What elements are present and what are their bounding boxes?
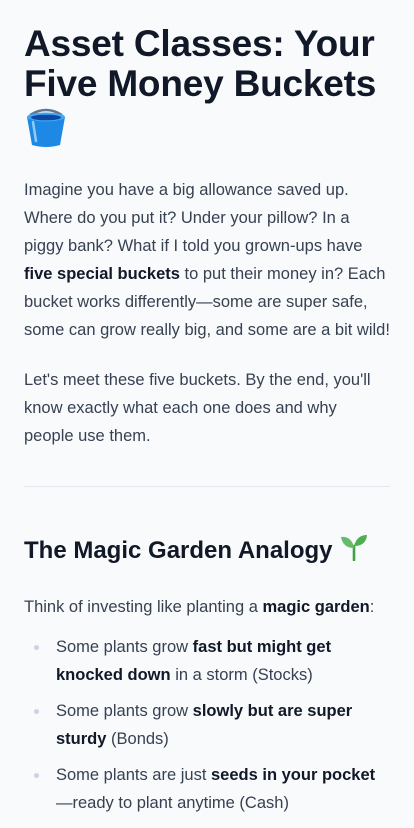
bullet-icon <box>34 645 39 650</box>
sprout-icon <box>339 533 369 569</box>
garden-list: Some plants grow fast but might get knoc… <box>24 633 390 817</box>
section-divider <box>24 486 390 487</box>
intro-paragraph-2: Let's meet these five buckets. By the en… <box>24 371 371 445</box>
intro-text-start: Imagine you have a big allowance saved u… <box>24 181 363 255</box>
list-item: Some plants are just seeds in your pocke… <box>24 761 390 817</box>
list-item-start: Some plants grow <box>56 702 193 720</box>
garden-intro-emphasis: magic garden <box>262 598 370 616</box>
list-item-end: (Bonds) <box>106 730 169 748</box>
bullet-icon <box>34 773 39 778</box>
section-heading-text: The Magic Garden Analogy <box>24 537 333 564</box>
garden-intro-end: : <box>369 598 375 616</box>
bucket-icon <box>24 106 390 147</box>
intro-emphasis: five special buckets <box>24 265 180 283</box>
list-item-end: —ready to plant anytime (Cash) <box>56 794 289 812</box>
list-item-start: Some plants are just <box>56 766 211 784</box>
section-heading: The Magic Garden Analogy <box>24 533 390 569</box>
list-item: Some plants grow fast but might get knoc… <box>24 633 390 689</box>
article: Asset Classes: Your Five Money Buckets I… <box>0 0 414 817</box>
garden-intro-start: Think of investing like planting a <box>24 598 263 616</box>
page-title: Asset Classes: Your Five Money Buckets <box>24 0 390 147</box>
list-item-end: in a storm (Stocks) <box>170 666 313 684</box>
bullet-icon <box>34 709 39 714</box>
title-text: Asset Classes: Your Five Money Buckets <box>24 23 377 104</box>
list-item-emphasis: seeds in your pocket <box>211 766 376 784</box>
list-item: Some plants grow slowly but are super st… <box>24 697 390 753</box>
list-item-start: Some plants grow <box>56 638 193 656</box>
intro-paragraph: Imagine you have a big allowance saved u… <box>24 176 390 344</box>
garden-intro: Think of investing like planting a magic… <box>24 593 390 621</box>
